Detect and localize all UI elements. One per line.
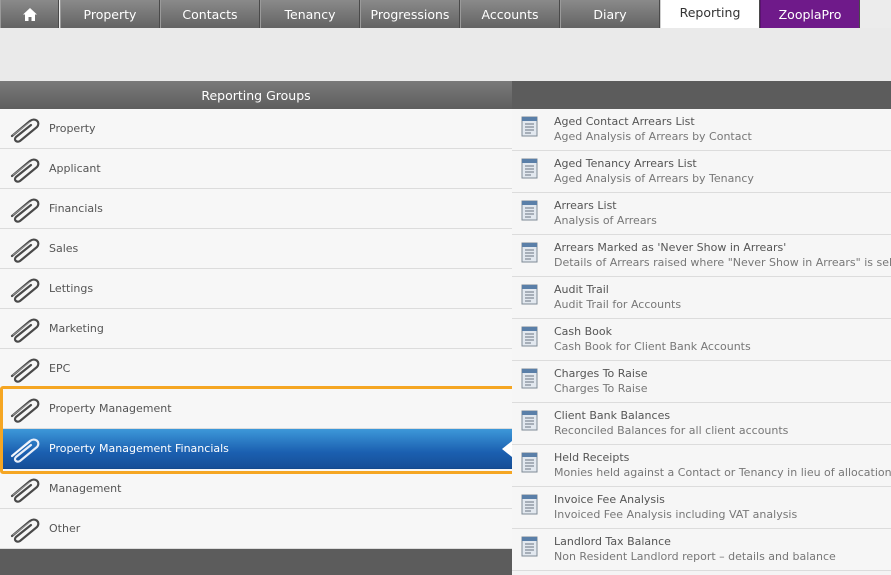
group-item-other[interactable]: Other [0, 509, 512, 549]
report-title: Charges To Raise [554, 367, 648, 380]
report-title: Aged Contact Arrears List [554, 115, 695, 128]
group-item-label: Property [49, 122, 96, 135]
report-description: Charges To Raise [554, 382, 648, 395]
report-title: Client Bank Balances [554, 409, 671, 422]
selection-arrow-icon [502, 441, 512, 457]
report-document-icon [521, 410, 538, 431]
report-document-icon [521, 284, 538, 305]
group-item-epc[interactable]: EPC [0, 349, 512, 389]
report-document-icon [521, 158, 538, 179]
toolbar-area [0, 28, 891, 81]
report-description: Aged Analysis of Arrears by Contact [554, 130, 752, 143]
report-document-icon [521, 452, 538, 473]
paperclip-icon [10, 358, 40, 383]
group-item-label: Applicant [49, 162, 101, 175]
group-item-applicant[interactable]: Applicant [0, 149, 512, 189]
paperclip-icon [10, 118, 40, 143]
top-navigation: Property Contacts Tenancy Progressions A… [0, 0, 891, 28]
group-item-label: Property Management [49, 402, 172, 415]
group-item-financials[interactable]: Financials [0, 189, 512, 229]
report-document-icon [521, 494, 538, 515]
report-title: Held Receipts [554, 451, 630, 464]
report-description: Analysis of Arrears [554, 214, 657, 227]
paperclip-icon [10, 518, 40, 543]
report-item[interactable]: Held Receipts Monies held against a Conta… [512, 445, 891, 487]
paperclip-icon [10, 238, 40, 263]
report-description: Monies held against a Contact or Tenancy… [554, 466, 891, 479]
report-document-icon [521, 368, 538, 389]
reports-list: Aged Contact Arrears List Aged Analysis o… [512, 109, 891, 575]
report-title: Aged Tenancy Arrears List [554, 157, 697, 170]
report-description: Reconciled Balances for all client accou… [554, 424, 789, 437]
report-title: Arrears Marked as 'Never Show in Arrears… [554, 241, 787, 254]
report-item[interactable]: Arrears Marked as 'Never Show in Arrears… [512, 235, 891, 277]
report-item[interactable]: Invoice Fee Analysis Invoiced Fee Analysi… [512, 487, 891, 529]
report-item[interactable]: Aged Contact Arrears List Aged Analysis o… [512, 109, 891, 151]
paperclip-icon [10, 478, 40, 503]
report-title: Landlord Tax Balance [554, 535, 671, 548]
report-document-icon [521, 536, 538, 557]
report-title: Arrears List [554, 199, 617, 212]
paperclip-icon [10, 398, 40, 423]
tab-progressions[interactable]: Progressions [360, 0, 460, 28]
report-item[interactable]: Arrears List Analysis of Arrears [512, 193, 891, 235]
group-item-label: Management [49, 482, 122, 495]
report-description: Audit Trail for Accounts [554, 298, 682, 311]
report-description: Details of Arrears raised where "Never S… [554, 256, 891, 269]
paperclip-icon [10, 438, 40, 463]
group-item-property-management-financials[interactable]: Property Management Financials [0, 429, 512, 469]
report-document-icon [521, 116, 538, 137]
group-item-label: Lettings [49, 282, 94, 295]
tab-reporting[interactable]: Reporting [660, 0, 760, 28]
tab-zooplapro[interactable]: ZooplaPro [760, 0, 860, 28]
group-item-label: Financials [49, 202, 103, 215]
paperclip-icon [10, 318, 40, 343]
reporting-groups-list: Property Applicant Financials Sales Lett… [0, 109, 512, 549]
group-item-label: Sales [49, 242, 79, 255]
report-item[interactable]: Client Bank Balances Reconciled Balances … [512, 403, 891, 445]
group-item-property[interactable]: Property [0, 109, 512, 149]
tab-tenancy[interactable]: Tenancy [260, 0, 360, 28]
tab-property[interactable]: Property [60, 0, 160, 28]
paperclip-icon [10, 278, 40, 303]
report-item[interactable]: Landlord Tax Balance Non Resident Landlor… [512, 529, 891, 571]
report-description: Invoiced Fee Analysis including VAT anal… [554, 508, 798, 521]
report-item[interactable]: Aged Tenancy Arrears List Aged Analysis o… [512, 151, 891, 193]
report-item[interactable]: Charges To Raise Charges To Raise [512, 361, 891, 403]
group-item-property-management[interactable]: Property Management [0, 389, 512, 429]
group-item-management[interactable]: Management [0, 469, 512, 509]
report-title: Invoice Fee Analysis [554, 493, 665, 506]
paperclip-icon [10, 198, 40, 223]
report-description: Non Resident Landlord report – details a… [554, 550, 836, 563]
home-icon [22, 7, 37, 21]
report-title: Audit Trail [554, 283, 609, 296]
group-item-marketing[interactable]: Marketing [0, 309, 512, 349]
paperclip-icon [10, 158, 40, 183]
group-item-label: Other [49, 522, 81, 535]
report-item[interactable]: Audit Trail Audit Trail for Accounts [512, 277, 891, 319]
group-item-label: EPC [49, 362, 71, 375]
report-document-icon [521, 326, 538, 347]
tab-accounts[interactable]: Accounts [460, 0, 560, 28]
reporting-groups-header: Reporting Groups [0, 81, 512, 109]
tab-contacts[interactable]: Contacts [160, 0, 260, 28]
report-description: Cash Book for Client Bank Accounts [554, 340, 751, 353]
group-item-lettings[interactable]: Lettings [0, 269, 512, 309]
report-description: Aged Analysis of Arrears by Tenancy [554, 172, 754, 185]
group-item-sales[interactable]: Sales [0, 229, 512, 269]
report-document-icon [521, 242, 538, 263]
group-item-label: Marketing [49, 322, 104, 335]
report-title: Cash Book [554, 325, 612, 338]
report-item[interactable]: Cash Book Cash Book for Client Bank Accou… [512, 319, 891, 361]
tab-diary[interactable]: Diary [560, 0, 660, 28]
group-item-label: Property Management Financials [49, 442, 229, 455]
home-tab[interactable] [0, 0, 59, 28]
report-document-icon [521, 200, 538, 221]
